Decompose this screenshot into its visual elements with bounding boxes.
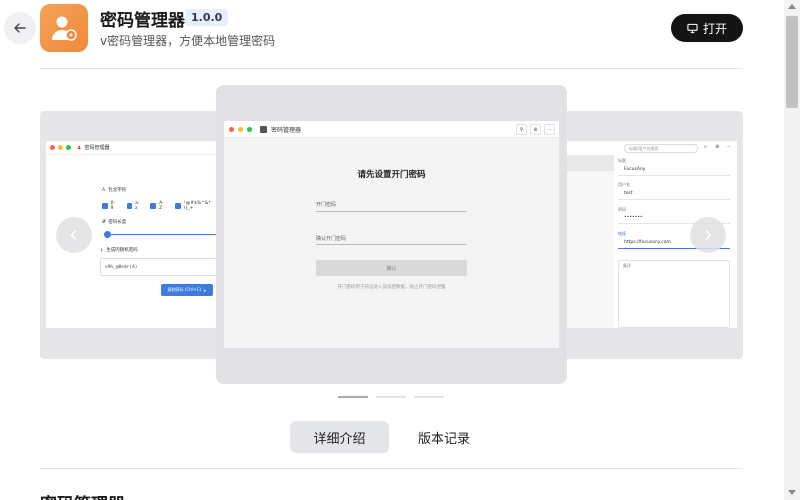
password-field[interactable]: 开门密码: [316, 201, 336, 208]
window-title: 密码管理器: [271, 126, 302, 134]
generated-section-label: ⚷ 生成的随机密码: [100, 247, 138, 254]
close-dot-icon: [50, 145, 55, 150]
section-title: 密码管理器: [40, 490, 125, 500]
carousel-next-button[interactable]: [690, 217, 726, 253]
note-textarea[interactable]: 备注: [618, 260, 730, 328]
minimize-dot-icon: [58, 145, 63, 150]
maximize-dot-icon: [247, 126, 252, 132]
key-icon: ⚷: [100, 247, 104, 253]
confirm-password-field[interactable]: 确认开门密码: [316, 235, 346, 242]
field-value-title[interactable]: FocusAny: [624, 167, 645, 172]
entry-list: [566, 155, 614, 328]
confirm-field-underline: [316, 244, 467, 245]
scroll-up-icon[interactable]: [788, 4, 796, 9]
carousel-indicator[interactable]: [376, 396, 406, 398]
scrollbar-thumb[interactable]: [786, 16, 798, 108]
user-key-icon: [52, 16, 77, 41]
more-icon[interactable]: ⋯: [544, 124, 555, 135]
chevron-left-icon: [70, 230, 77, 240]
window-titlebar: 密码管理器 ⚲ ⊕ ⋯: [224, 121, 559, 138]
scroll-down-icon[interactable]: [788, 490, 796, 495]
chevron-right-icon: [705, 230, 712, 240]
length-section-label: 𝓛 密码长度: [102, 220, 127, 225]
screenshot-center[interactable]: 密码管理器 ⚲ ⊕ ⋯ 请先设置开门密码 开门密码 确认开门密码 确认 开门密码…: [224, 121, 559, 348]
section-divider: [40, 468, 743, 469]
app-mini-icon: [260, 125, 267, 133]
version-badge: 1.0.0: [185, 9, 229, 26]
carousel-indicator[interactable]: [338, 396, 368, 398]
field-underline: [618, 199, 730, 200]
open-button-label: 打开: [702, 21, 727, 36]
carousel-indicator[interactable]: [414, 396, 444, 398]
open-button[interactable]: 打开: [671, 14, 743, 42]
window-title: 密码管理器: [84, 145, 110, 151]
zoom-icon[interactable]: ⊕: [715, 144, 719, 150]
arrow-left-icon: [14, 23, 26, 33]
tab-detail[interactable]: 详细介绍: [290, 421, 389, 453]
more-icon[interactable]: ⋯: [726, 144, 731, 150]
field-label-note: 备注: [623, 263, 631, 268]
checkbox-az[interactable]: [126, 203, 133, 209]
setup-hint: 开门密码用于验证进入该加密数据，防止开门密码泄露: [337, 285, 446, 290]
maximize-dot-icon: [66, 145, 71, 150]
ruler-icon: 𝓛: [102, 220, 106, 225]
password-field-underline: [316, 211, 467, 212]
entry-list-selected[interactable]: [566, 155, 614, 171]
minimize-dot-icon: [238, 126, 243, 132]
carousel-prev-button[interactable]: [56, 217, 92, 253]
checkbox-09[interactable]: [102, 203, 108, 209]
tab-history[interactable]: 版本记录: [400, 421, 488, 453]
app-title: 密码管理器: [100, 11, 185, 31]
field-label-title: 标题: [618, 158, 626, 163]
back-button[interactable]: [4, 12, 36, 44]
copy-password-button[interactable]: 复制密码 (Ctrl+C) ➤: [161, 284, 213, 296]
monitor-icon: [687, 23, 698, 33]
field-label-pass: 密码: [618, 207, 626, 212]
search-input[interactable]: 标题/用户名搜索: [624, 144, 698, 153]
app-description: v密码管理器，方便本地管理密码: [100, 34, 276, 48]
search-icon[interactable]: ⌕: [704, 144, 707, 150]
app-mini-icon: ♟: [77, 144, 82, 151]
chars-section-label: A 包含字符: [102, 187, 127, 194]
field-underline: [618, 175, 730, 176]
field-label-user: 用户名: [618, 182, 630, 187]
checkbox-AZ[interactable]: [150, 203, 157, 209]
zoom-icon[interactable]: ⊕: [530, 124, 541, 135]
checkbox-symbols[interactable]: [175, 203, 181, 209]
length-slider-handle[interactable]: [104, 231, 111, 238]
charset-checkboxes: 0-9 a-z A-Z !@#$%^&*()_+: [102, 201, 218, 211]
field-label-url: 链接: [618, 231, 626, 236]
setup-heading: 请先设置开门密码: [357, 170, 426, 180]
send-icon: ➤: [203, 287, 207, 293]
app-icon: [40, 4, 88, 52]
pin-icon[interactable]: ⚲: [516, 124, 527, 135]
font-icon: A: [102, 187, 106, 193]
length-slider-track[interactable]: [106, 234, 218, 235]
field-value-pass[interactable]: •••••••: [624, 215, 643, 220]
confirm-button[interactable]: 确认: [316, 260, 467, 276]
field-value-user[interactable]: test: [624, 191, 633, 196]
carousel-indicators: [338, 396, 444, 398]
close-dot-icon: [229, 126, 234, 132]
header-divider: [40, 68, 743, 69]
window-titlebar: ♟ 密码管理器: [46, 141, 218, 155]
field-value-url[interactable]: https://focusany.com: [624, 240, 671, 245]
generated-password-field[interactable]: v9h_@8e$r(A): [100, 258, 218, 276]
